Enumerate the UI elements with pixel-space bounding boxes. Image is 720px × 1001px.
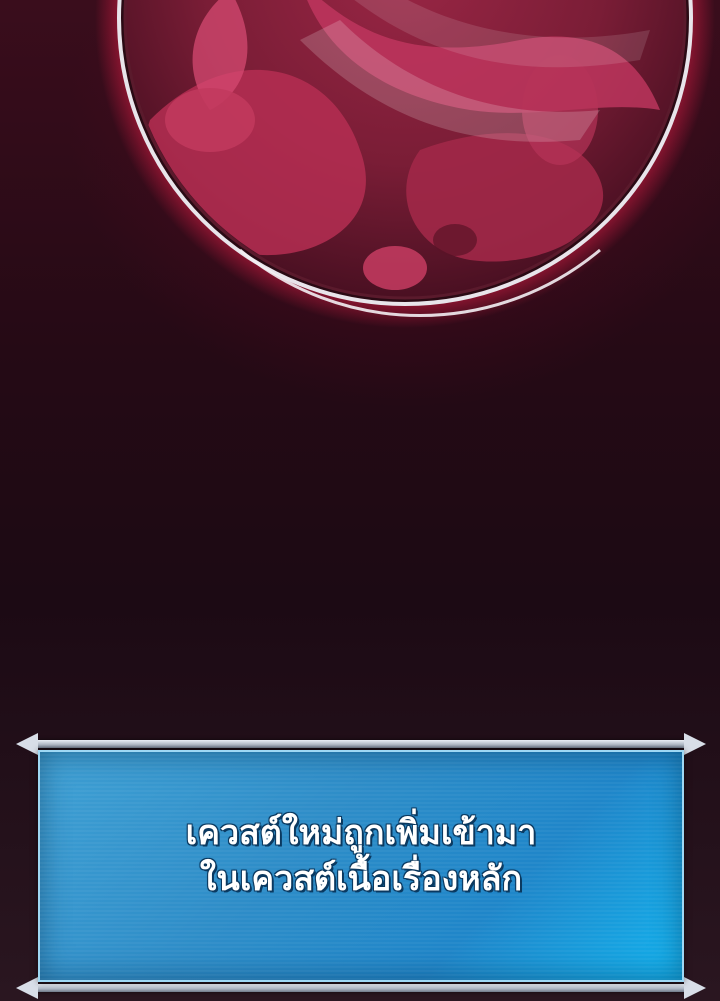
frame-arrow-left-bottom-icon: [16, 977, 38, 999]
panel-frame-top: [34, 740, 688, 748]
panel-frame-bottom: [34, 984, 688, 992]
quest-notification-panel: เควสต์ใหม่ถูกเพิ่มเข้ามา ในเควสต์เนื้อเร…: [16, 732, 706, 1000]
crimson-orb: [0, 0, 720, 420]
frame-arrow-right-bottom-icon: [684, 977, 706, 999]
quest-message-line-1: เควสต์ใหม่ถูกเพิ่มเข้ามา: [185, 813, 537, 853]
frame-arrow-left-top-icon: [16, 733, 38, 755]
frame-arrow-right-top-icon: [684, 733, 706, 755]
quest-message: เควสต์ใหม่ถูกเพิ่มเข้ามา ในเควสต์เนื้อเร…: [40, 810, 682, 902]
quest-message-box: เควสต์ใหม่ถูกเพิ่มเข้ามา ในเควสต์เนื้อเร…: [38, 750, 684, 982]
game-scene-background: เควสต์ใหม่ถูกเพิ่มเข้ามา ในเควสต์เนื้อเร…: [0, 0, 720, 1001]
quest-message-line-2: ในเควสต์เนื้อเรื่องหลัก: [199, 859, 523, 899]
